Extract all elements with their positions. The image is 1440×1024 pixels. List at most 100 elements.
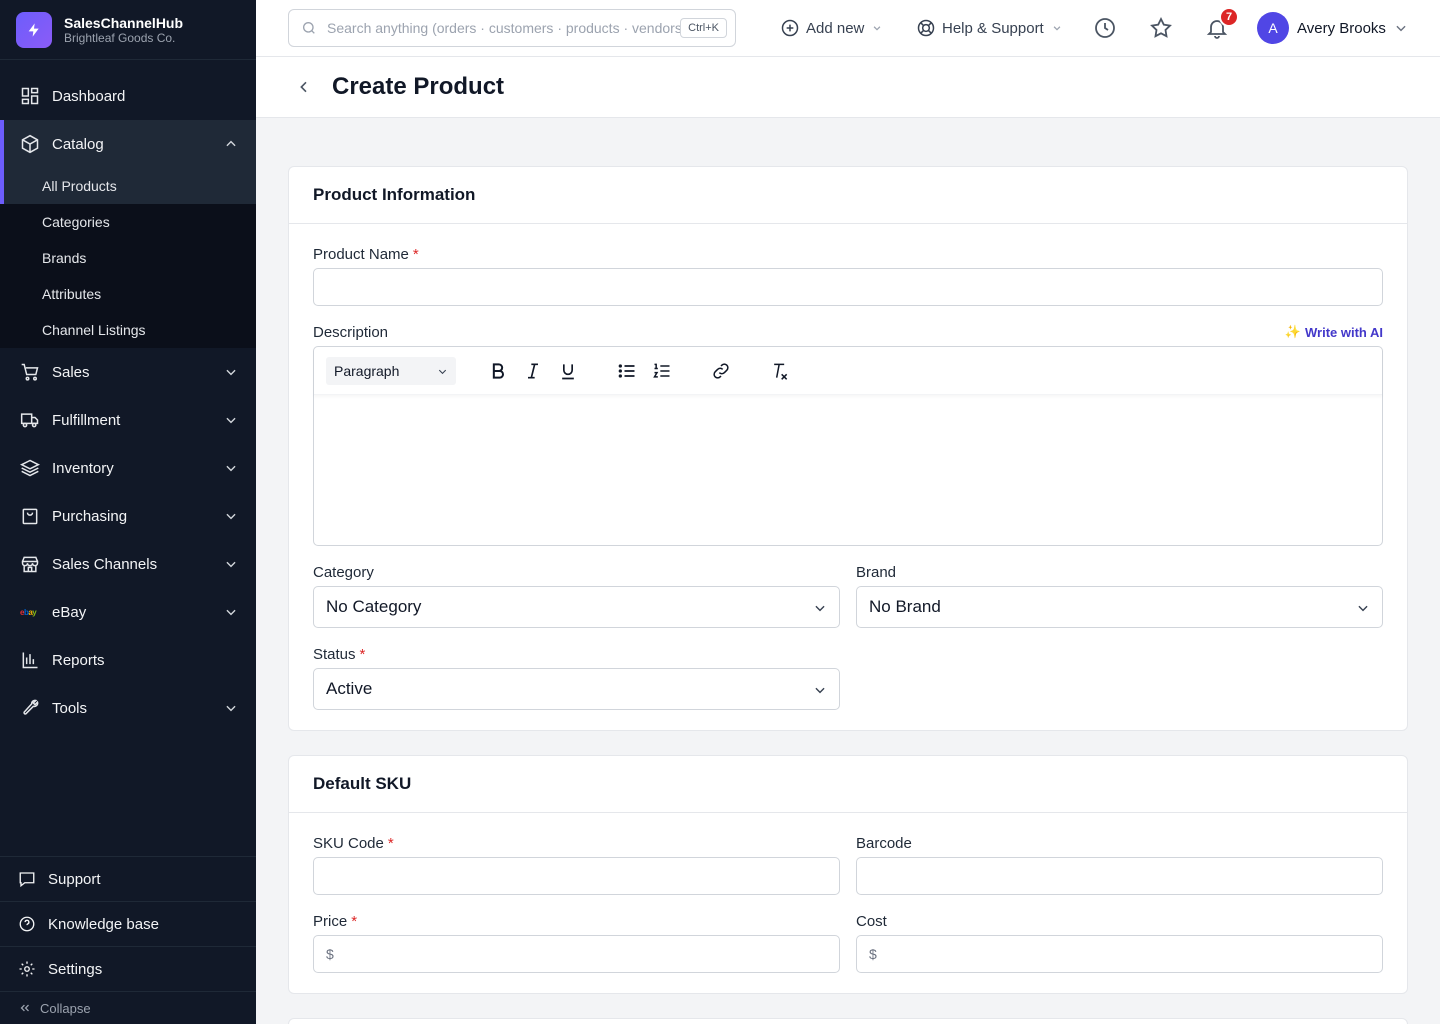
- page-header: Create Product: [256, 57, 1440, 118]
- bar-chart-icon: [22, 652, 38, 669]
- chevrons-left-icon: [20, 1004, 29, 1012]
- sparkle-icon: ✨: [1284, 324, 1301, 339]
- history-button[interactable]: [1093, 16, 1117, 40]
- status-value: Active: [326, 679, 373, 698]
- dashboard-icon: [21, 87, 39, 105]
- chevron-down-icon[interactable]: [224, 365, 238, 379]
- catalog-subnav: All Products Categories Brands Attribute…: [0, 168, 256, 348]
- description-editor[interactable]: Paragraph: [313, 346, 1383, 546]
- product-name-label: Product Name *: [313, 246, 419, 263]
- sidebar-item-reports[interactable]: Reports: [0, 644, 256, 676]
- sidebar-item-label: Inventory: [52, 459, 114, 477]
- description-label: Description: [313, 324, 389, 341]
- sidebar-item-sales[interactable]: Sales: [0, 348, 256, 396]
- page-title: Create Product: [332, 73, 505, 100]
- card-title: Default SKU: [289, 756, 1407, 813]
- collapse-sidebar-button[interactable]: Collapse: [0, 992, 256, 1024]
- brand[interactable]: SalesChannelHub Brightleaf Goods Co.: [0, 0, 256, 60]
- sidebar-item-dashboard[interactable]: Dashboard: [0, 72, 256, 120]
- sidebar-item-label: Fulfillment: [52, 411, 121, 429]
- sidebar-item-purchasing[interactable]: Purchasing: [0, 492, 256, 540]
- chevron-down-icon: [1396, 25, 1406, 32]
- search-icon: [303, 22, 315, 34]
- required-mark: *: [412, 246, 419, 263]
- link-icon[interactable]: [711, 361, 731, 381]
- chevron-down-icon[interactable]: [224, 557, 238, 571]
- numbered-list-icon[interactable]: [652, 361, 672, 381]
- sidebar-item-sales-channels[interactable]: Sales Channels: [0, 540, 256, 588]
- currency-prefix: $: [326, 946, 334, 962]
- sidebar-item-label: Dashboard: [52, 87, 126, 105]
- sidebar-item-inventory[interactable]: Inventory: [0, 444, 256, 492]
- sidebar-subitem-all-products[interactable]: All Products: [0, 168, 256, 204]
- layers-icon: [20, 459, 40, 477]
- sidebar-subitem-brands[interactable]: Brands: [0, 240, 256, 276]
- notifications-button[interactable]: 7: [1205, 7, 1239, 40]
- chat-icon: [19, 872, 35, 888]
- sidebar-item-tools[interactable]: Tools: [0, 684, 256, 732]
- support-link[interactable]: Support: [0, 857, 256, 902]
- chevron-down-icon[interactable]: [224, 605, 238, 619]
- truck-icon: [20, 413, 39, 428]
- status-select[interactable]: Active: [313, 668, 840, 710]
- card-title: Product Information: [289, 167, 1407, 224]
- cost-label: Cost: [856, 913, 887, 930]
- brand-value: No Brand: [869, 597, 941, 616]
- barcode-label: Barcode: [856, 835, 912, 852]
- chevron-left-icon[interactable]: [296, 79, 312, 95]
- ebay-logo-icon: ebay: [20, 607, 37, 617]
- bold-icon[interactable]: [488, 361, 508, 381]
- chevron-up-icon[interactable]: [224, 137, 238, 151]
- user-menu[interactable]: A Avery Brooks: [1257, 12, 1408, 44]
- sidebar-subitem-channel-listings[interactable]: Channel Listings: [0, 312, 256, 348]
- settings-link[interactable]: Settings: [0, 947, 256, 992]
- shopping-bag-icon: [22, 508, 38, 525]
- box-icon: [21, 134, 39, 154]
- sidebar-subitem-attributes[interactable]: Attributes: [0, 276, 256, 312]
- wrench-icon: [23, 699, 39, 715]
- status-label: Status *: [313, 646, 365, 663]
- required-mark: *: [351, 913, 358, 930]
- sidebar-item-catalog[interactable]: Catalog: [0, 120, 256, 168]
- store-icon: [21, 556, 39, 573]
- chevron-down-icon[interactable]: [224, 509, 238, 523]
- brand-select[interactable]: No Brand: [856, 586, 1383, 628]
- help-support-button[interactable]: Help & Support: [916, 16, 1062, 40]
- sidebar-bottom: Support Knowledge base Settings Collapse: [0, 856, 256, 1024]
- favorites-button[interactable]: [1149, 16, 1173, 40]
- product-name-input[interactable]: [313, 268, 1383, 306]
- write-with-ai-button[interactable]: ✨ Write with AI: [1285, 324, 1383, 340]
- label-text: Product Name: [313, 246, 409, 263]
- sidebar-item-fulfillment[interactable]: Fulfillment: [0, 396, 256, 444]
- product-information-card: Product Information Product Name * Descri…: [288, 166, 1408, 731]
- bullet-list-icon[interactable]: [617, 361, 637, 381]
- paragraph-style-select[interactable]: Paragraph: [326, 356, 456, 385]
- barcode-input[interactable]: [856, 857, 1383, 895]
- search-input[interactable]: [327, 20, 681, 36]
- chevron-down-icon: [874, 26, 881, 31]
- category-select[interactable]: No Category: [313, 586, 840, 628]
- chevron-down-icon: [1358, 605, 1368, 612]
- clear-format-icon[interactable]: [770, 361, 790, 381]
- sku-code-input[interactable]: [313, 857, 840, 895]
- settings-label: Settings: [48, 960, 103, 978]
- chevron-down-icon[interactable]: [224, 461, 238, 475]
- cost-input[interactable]: $: [856, 935, 1383, 973]
- global-search[interactable]: Ctrl+K: [288, 9, 736, 47]
- sku-code-label: SKU Code *: [313, 835, 394, 852]
- brand-label: Brand: [856, 564, 897, 581]
- chevron-down-icon[interactable]: [224, 413, 238, 427]
- lifebuoy-icon: [917, 19, 935, 37]
- search-shortcut-badge: Ctrl+K: [680, 18, 727, 38]
- price-input[interactable]: $: [313, 935, 840, 973]
- italic-icon[interactable]: [523, 361, 543, 381]
- sidebar-subitem-categories[interactable]: Categories: [0, 204, 256, 240]
- next-section-card: [288, 1018, 1408, 1024]
- org-name: Brightleaf Goods Co.: [64, 30, 176, 45]
- sidebar-item-ebay[interactable]: ebay eBay: [0, 588, 256, 636]
- knowledge-base-link[interactable]: Knowledge base: [0, 902, 256, 947]
- underline-icon[interactable]: [558, 361, 578, 381]
- add-new-button[interactable]: Add new: [780, 16, 882, 40]
- chevron-down-icon[interactable]: [224, 701, 238, 715]
- avatar: A: [1257, 12, 1289, 44]
